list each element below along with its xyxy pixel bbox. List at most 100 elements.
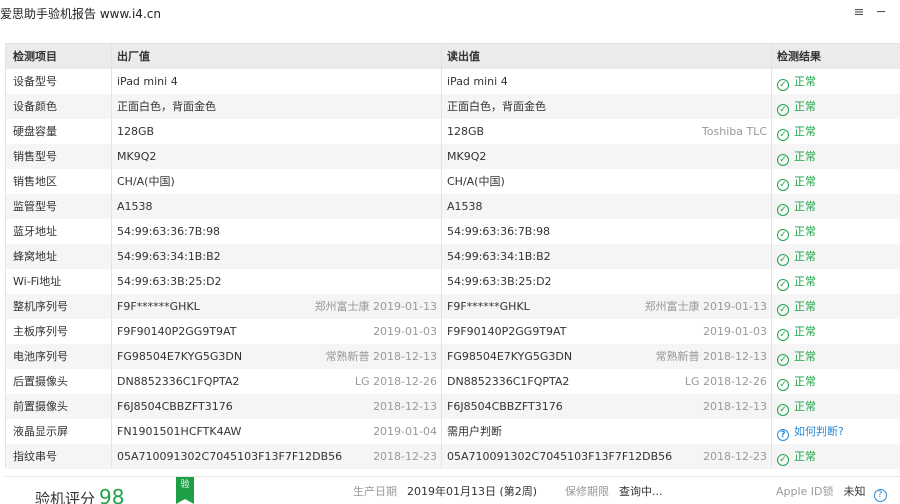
header-read: 读出值 xyxy=(447,50,480,63)
factory-value: 54:99:63:36:7B:98 xyxy=(117,225,221,238)
appleid-label: Apple ID锁 xyxy=(776,485,834,498)
verified-badge: 验 xyxy=(176,477,194,504)
factory-cell: 05A710091302C7045103F13F7F12DB56 2018-12-… xyxy=(117,444,437,469)
read-cell: DN8852336C1FQPTA2 LG 2018-12-26 xyxy=(447,369,767,394)
factory-cell: F9F******GHKL 郑州富士康 2019-01-13 xyxy=(117,294,437,319)
factory-value: A1538 xyxy=(117,200,153,213)
factory-value: CH/A(中国) xyxy=(117,175,175,188)
factory-note: 郑州富士康 2019-01-13 xyxy=(314,300,437,313)
factory-note: 2019-01-03 xyxy=(373,325,437,338)
read-value: F9F******GHKL xyxy=(447,300,530,313)
score-value: 98 xyxy=(99,485,125,504)
result-text: 如何判断? xyxy=(794,425,844,438)
minimize-icon[interactable]: ─ xyxy=(871,2,891,22)
check-circle-icon: ✓ xyxy=(777,254,789,266)
read-value: DN8852336C1FQPTA2 xyxy=(447,375,570,388)
check-circle-icon: ✓ xyxy=(777,79,789,91)
factory-cell: FG98504E7KYG5G3DN 常熟新普 2018-12-13 xyxy=(117,344,437,369)
item-label: 监管型号 xyxy=(13,200,57,213)
read-value: iPad mini 4 xyxy=(447,75,508,88)
factory-cell: CH/A(中国) xyxy=(117,169,437,194)
read-cell: 需用户判断 xyxy=(447,419,767,444)
result-status: ✓ 正常 xyxy=(777,94,900,119)
check-circle-icon: ✓ xyxy=(777,354,789,366)
question-circle-icon: ? xyxy=(777,429,789,441)
factory-value: 54:99:63:34:1B:B2 xyxy=(117,250,221,263)
result-status: ✓ 正常 xyxy=(777,169,900,194)
read-cell: F6J8504CBBZFT3176 2018-12-13 xyxy=(447,394,767,419)
factory-value: F6J8504CBBZFT3176 xyxy=(117,400,233,413)
item-label: 整机序列号 xyxy=(13,300,68,313)
item-label: 销售型号 xyxy=(13,150,57,163)
check-circle-icon: ✓ xyxy=(777,104,789,116)
read-cell: 128GB Toshiba TLC xyxy=(447,119,767,144)
result-text: 正常 xyxy=(794,175,816,188)
factory-cell: 54:99:63:3B:25:D2 xyxy=(117,269,437,294)
table-row: 后置摄像头 DN8852336C1FQPTA2 LG 2018-12-26 DN885… xyxy=(6,369,900,394)
read-value: F6J8504CBBZFT3176 xyxy=(447,400,563,413)
read-note: 2018-12-13 xyxy=(703,400,767,413)
factory-cell: A1538 xyxy=(117,194,437,219)
read-value: 128GB xyxy=(447,125,485,138)
window-title: 爱思助手验机报告 www.i4.cn xyxy=(0,7,161,21)
read-note: 2019-01-03 xyxy=(703,325,767,338)
check-circle-icon: ✓ xyxy=(777,279,789,291)
table-row: 设备颜色 正面白色，背面金色 正面白色，背面金色 ✓ 正常 xyxy=(6,94,900,119)
factory-cell: iPad mini 4 xyxy=(117,69,437,94)
read-value: MK9Q2 xyxy=(447,150,487,163)
read-note: 郑州富士康 2019-01-13 xyxy=(644,300,767,313)
result-status: ✓ 正常 xyxy=(777,319,900,344)
item-label: 电池序列号 xyxy=(13,350,68,363)
item-label: 后置摄像头 xyxy=(13,375,68,388)
table-row: Wi-Fi地址 54:99:63:3B:25:D2 54:99:63:3B:25:D… xyxy=(6,269,900,294)
factory-cell: DN8852336C1FQPTA2 LG 2018-12-26 xyxy=(117,369,437,394)
item-label: 蜂窝地址 xyxy=(13,250,57,263)
result-status: ✓ 正常 xyxy=(777,244,900,269)
result-status: ✓ 正常 xyxy=(777,219,900,244)
result-status: ✓ 正常 xyxy=(777,444,900,469)
item-label: 主板序列号 xyxy=(13,325,68,338)
apple-id-lock: Apple ID锁 未知? xyxy=(776,483,887,502)
read-cell: F9F90140P2GG9T9AT 2019-01-03 xyxy=(447,319,767,344)
result-text: 正常 xyxy=(794,400,816,413)
table-row: 销售型号 MK9Q2 MK9Q2 ✓ 正常 xyxy=(6,144,900,169)
read-value: 54:99:63:34:1B:B2 xyxy=(447,250,551,263)
item-label: 蓝牙地址 xyxy=(13,225,57,238)
result-text: 正常 xyxy=(794,350,816,363)
result-status: ✓ 正常 xyxy=(777,69,900,94)
table-row: 硬盘容量 128GB 128GB Toshiba TLC ✓ 正常 xyxy=(6,119,900,144)
factory-value: 128GB xyxy=(117,125,155,138)
result-text: 正常 xyxy=(794,450,816,463)
read-cell: 05A710091302C7045103F13F7F12DB56 2018-12-… xyxy=(447,444,767,469)
item-label: 前置摄像头 xyxy=(13,400,68,413)
factory-cell: F9F90140P2GG9T9AT 2019-01-03 xyxy=(117,319,437,344)
factory-value: 54:99:63:3B:25:D2 xyxy=(117,275,222,288)
warranty-value: 查询中... xyxy=(619,485,663,498)
production-label: 生产日期 xyxy=(353,485,397,498)
result-text: 正常 xyxy=(794,150,816,163)
help-icon[interactable]: ? xyxy=(873,489,887,502)
read-cell: 54:99:63:36:7B:98 xyxy=(447,219,767,244)
menu-list-icon[interactable]: ≡ xyxy=(849,2,869,22)
factory-note: 2018-12-13 xyxy=(373,400,437,413)
factory-note: LG 2018-12-26 xyxy=(354,375,437,388)
production-value: 2019年01月13日 (第2周) xyxy=(407,485,538,498)
read-value: 54:99:63:3B:25:D2 xyxy=(447,275,552,288)
item-label: 设备型号 xyxy=(13,75,57,88)
factory-cell: MK9Q2 xyxy=(117,144,437,169)
factory-value: 05A710091302C7045103F13F7F12DB56 xyxy=(117,450,343,463)
read-cell: FG98504E7KYG5G3DN 常熟新普 2018-12-13 xyxy=(447,344,767,369)
factory-cell: F6J8504CBBZFT3176 2018-12-13 xyxy=(117,394,437,419)
how-to-judge-link[interactable]: ? 如何判断? xyxy=(777,419,900,444)
warranty-label: 保修期限 xyxy=(565,485,609,498)
item-label: 指纹串号 xyxy=(13,450,57,463)
header-item: 检测项目 xyxy=(13,50,57,63)
factory-value: MK9Q2 xyxy=(117,150,157,163)
table-row: 前置摄像头 F6J8504CBBZFT3176 2018-12-13 F6J8504C… xyxy=(6,394,900,419)
result-text: 正常 xyxy=(794,300,816,313)
score-label: 验机评分 xyxy=(35,490,96,504)
table-header: 检测项目 出厂值 读出值 检测结果 xyxy=(6,44,900,69)
item-label: 设备颜色 xyxy=(13,100,57,113)
factory-value: DN8852336C1FQPTA2 xyxy=(117,375,240,388)
read-value: 需用户判断 xyxy=(447,425,502,438)
